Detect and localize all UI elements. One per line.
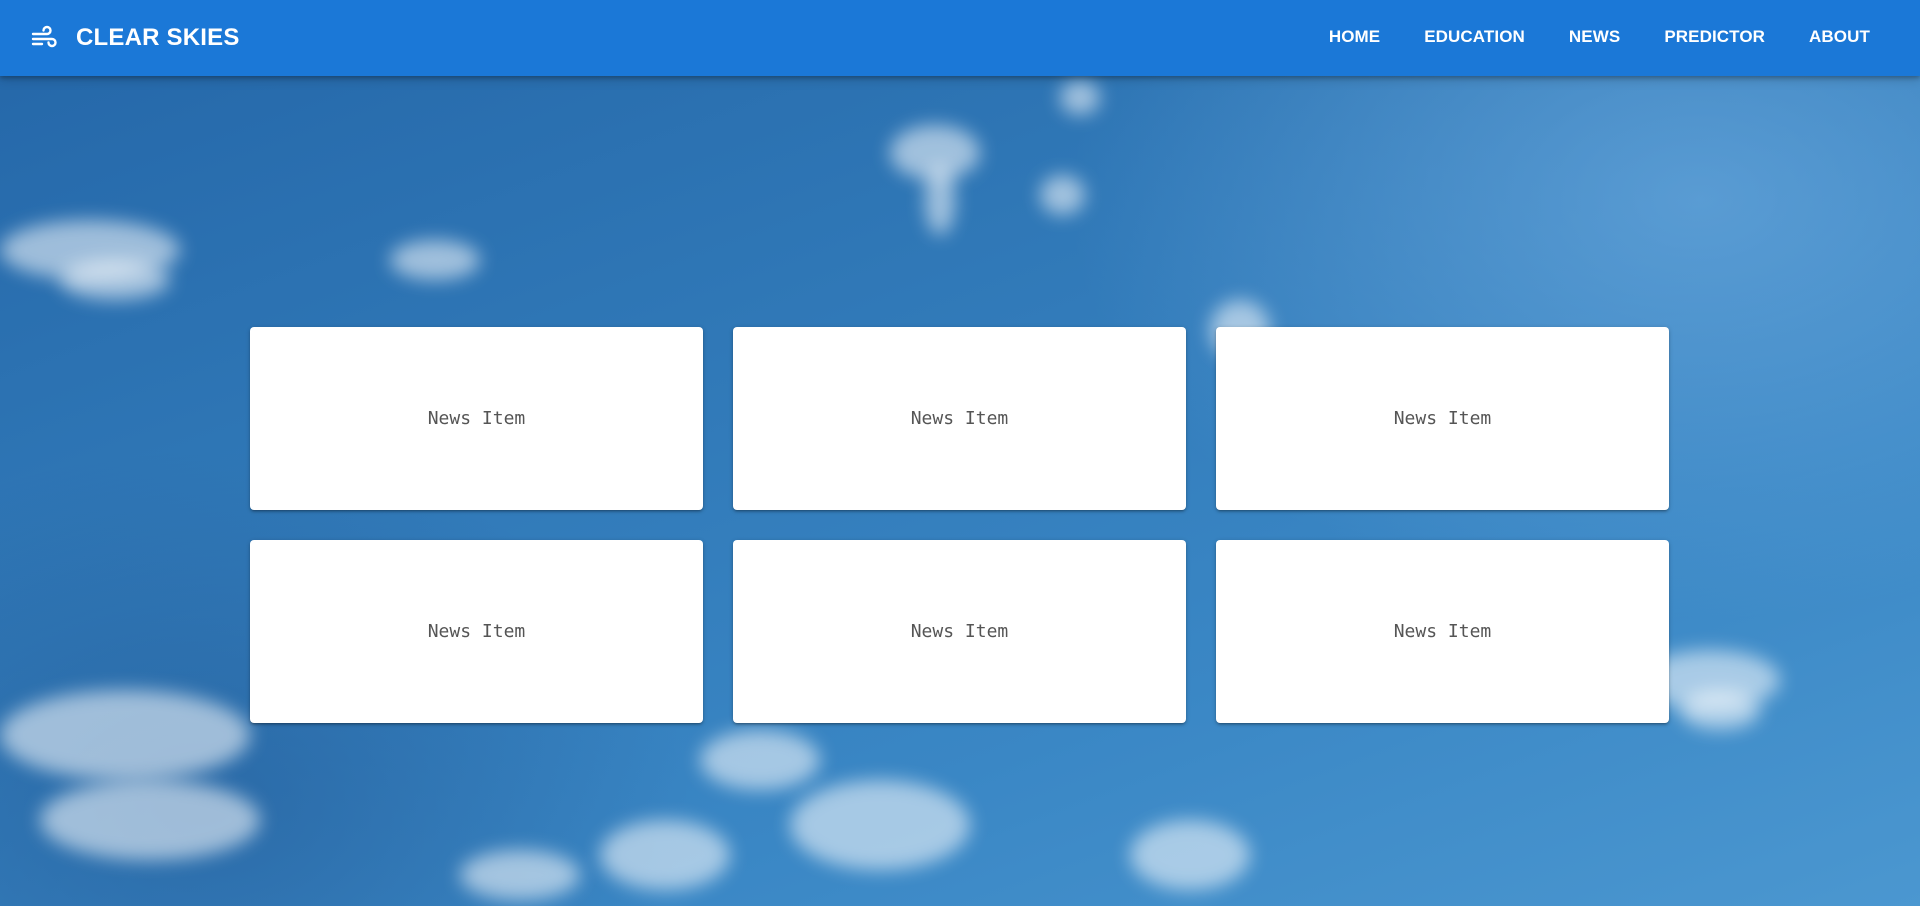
nav-predictor[interactable]: PREDICTOR [1642, 0, 1787, 76]
news-card[interactable]: News Item [250, 327, 703, 510]
news-card-label: News Item [1393, 408, 1492, 429]
news-card[interactable]: News Item [250, 540, 703, 723]
news-card-label: News Item [910, 621, 1009, 642]
news-card[interactable]: News Item [1216, 327, 1669, 510]
nav-about[interactable]: ABOUT [1787, 0, 1892, 76]
news-card[interactable]: News Item [733, 540, 1186, 723]
news-card[interactable]: News Item [733, 327, 1186, 510]
news-card-label: News Item [910, 408, 1009, 429]
news-card-label: News Item [1393, 621, 1492, 642]
news-card-label: News Item [427, 621, 526, 642]
brand-title: CLEAR SKIES [76, 24, 240, 51]
news-card-label: News Item [427, 408, 526, 429]
wind-icon [30, 24, 58, 52]
nav-home[interactable]: HOME [1307, 0, 1402, 76]
news-grid: News Item News Item News Item News Item … [250, 327, 1671, 723]
nav-news[interactable]: NEWS [1547, 0, 1642, 76]
nav-education[interactable]: EDUCATION [1402, 0, 1547, 76]
news-card[interactable]: News Item [1216, 540, 1669, 723]
brand[interactable]: CLEAR SKIES [30, 0, 240, 76]
main-nav: HOME EDUCATION NEWS PREDICTOR ABOUT [1307, 0, 1920, 76]
top-app-bar: CLEAR SKIES HOME EDUCATION NEWS PREDICTO… [0, 0, 1920, 76]
